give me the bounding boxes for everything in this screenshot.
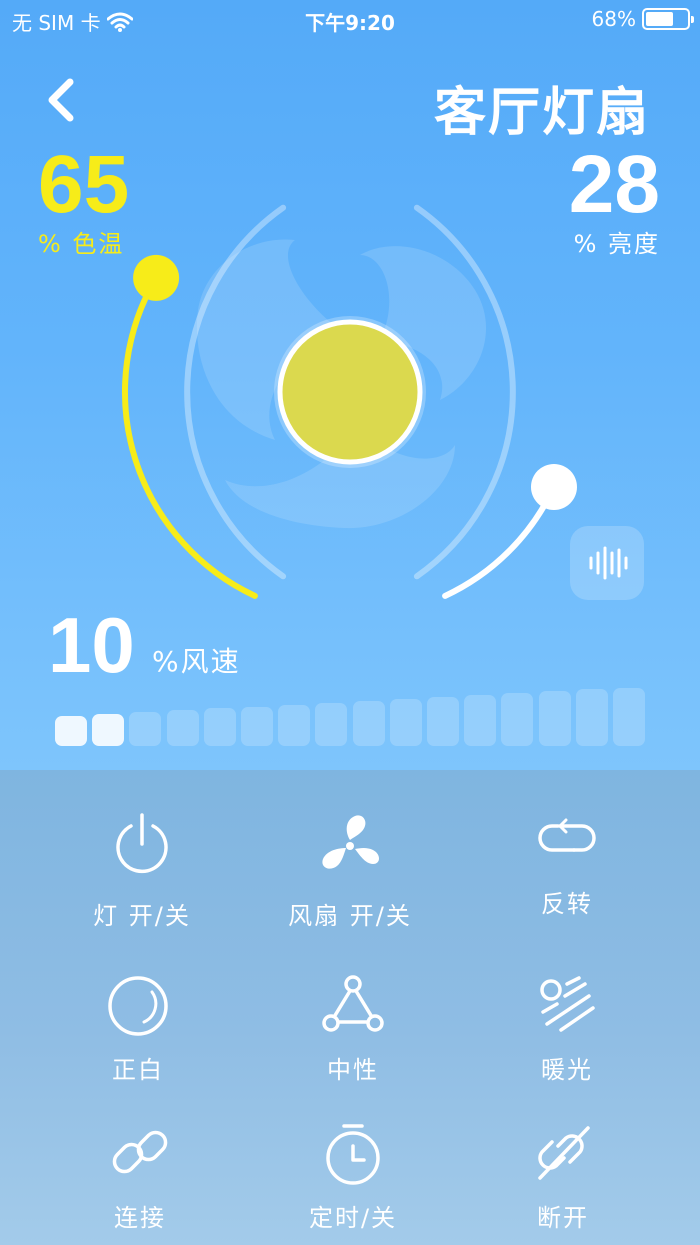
light-toggle-button[interactable]: 灯 开/关 xyxy=(42,812,242,931)
speed-segment[interactable] xyxy=(538,691,571,746)
fan-speed-label: %风速 xyxy=(152,645,241,678)
speed-segment[interactable] xyxy=(464,695,497,746)
fan-toggle-label: 风扇 开/关 xyxy=(288,902,412,930)
light-toggle-label: 灯 开/关 xyxy=(93,902,191,930)
unlink-icon xyxy=(538,1126,590,1180)
disconnect-label: 断开 xyxy=(537,1204,589,1232)
reverse-icon xyxy=(538,818,596,852)
battery-percent: 68% xyxy=(591,7,636,31)
brightness-arc xyxy=(442,483,557,599)
speed-segment[interactable] xyxy=(166,710,199,746)
speed-segment[interactable] xyxy=(129,712,162,746)
speed-segment[interactable] xyxy=(55,716,87,746)
warm-light-label: 暖光 xyxy=(541,1056,593,1084)
speed-segment[interactable] xyxy=(241,706,273,746)
connect-button[interactable]: 连接 xyxy=(40,1122,240,1233)
link-icon xyxy=(112,1130,168,1174)
fan-speed-value: 10 xyxy=(48,601,135,689)
lamp-center-button[interactable] xyxy=(277,319,423,465)
neutral-light-label: 中性 xyxy=(327,1056,379,1084)
page-title: 客厅灯扇 xyxy=(433,83,650,143)
neutral-icon xyxy=(322,975,384,1032)
speed-segment[interactable] xyxy=(613,687,645,746)
speed-segment[interactable] xyxy=(501,693,534,746)
timer-label: 定时/关 xyxy=(308,1204,398,1232)
reverse-label: 反转 xyxy=(541,890,593,918)
warm-light-icon xyxy=(540,976,595,1032)
neutral-light-button[interactable]: 中性 xyxy=(253,974,453,1085)
chevron-left-icon xyxy=(48,78,74,122)
timer-icon xyxy=(326,1124,380,1185)
back-button[interactable] xyxy=(38,74,86,126)
warm-light-button[interactable]: 暖光 xyxy=(467,974,667,1085)
reverse-button[interactable]: 反转 xyxy=(467,818,667,919)
speed-segment[interactable] xyxy=(203,708,236,746)
power-icon xyxy=(116,813,168,874)
brightness-knob[interactable] xyxy=(530,463,577,510)
timer-button[interactable]: 定时/关 xyxy=(253,1122,453,1233)
fan-toggle-button[interactable]: 风扇 开/关 xyxy=(250,812,450,931)
speed-segment[interactable] xyxy=(575,689,608,746)
battery-level xyxy=(646,12,674,26)
disconnect-button[interactable]: 断开 xyxy=(463,1120,663,1233)
color-temp-knob[interactable] xyxy=(133,254,180,301)
white-light-icon xyxy=(108,976,168,1036)
sound-wave-icon xyxy=(589,546,628,580)
speed-segment[interactable] xyxy=(92,714,125,746)
speed-segment[interactable] xyxy=(352,700,385,746)
fan-icon xyxy=(322,815,379,869)
fan-speed-slider[interactable] xyxy=(55,686,645,746)
white-light-label: 正白 xyxy=(112,1056,164,1084)
speed-segment[interactable] xyxy=(278,704,311,746)
battery-icon xyxy=(642,8,694,30)
connect-label: 连接 xyxy=(114,1204,166,1232)
white-light-button[interactable]: 正白 xyxy=(38,974,238,1085)
status-bar: 无 SIM 卡 下午9:20 68% xyxy=(0,0,700,40)
speed-segment[interactable] xyxy=(427,697,459,746)
speed-segment[interactable] xyxy=(315,702,348,746)
speed-segment[interactable] xyxy=(389,698,422,746)
voice-button[interactable] xyxy=(570,526,644,600)
